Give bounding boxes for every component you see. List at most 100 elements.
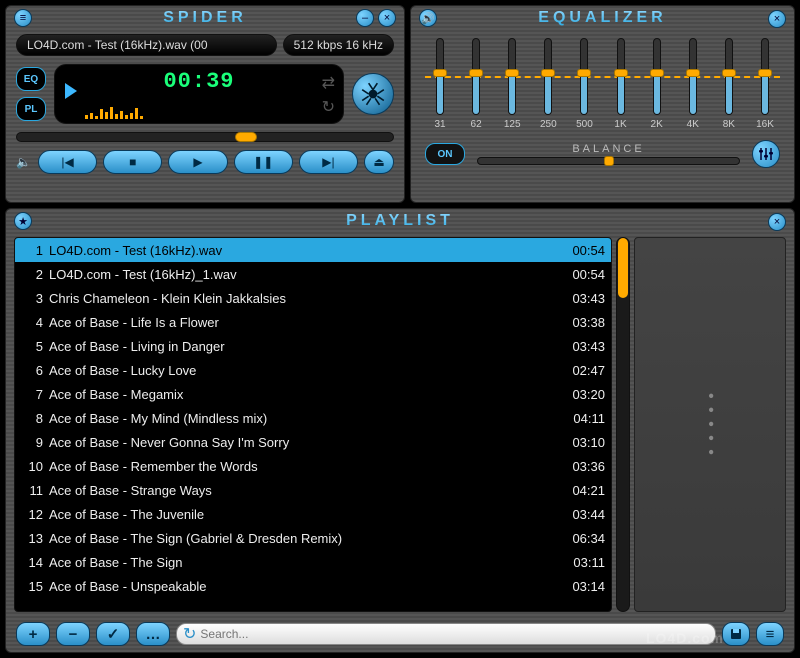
playlist-star-icon[interactable]: ★ [14,212,32,230]
play-button[interactable]: ▶ [168,150,227,174]
pl-toggle-button[interactable]: PL [16,97,46,121]
refresh-icon[interactable]: ↻ [183,624,196,644]
eq-band-31[interactable]: 31 [425,38,455,130]
playlist-row-number: 1 [21,243,43,258]
playlist-row-duration: 00:54 [557,243,605,258]
eq-band-label: 4K [687,119,699,130]
seek-bar[interactable] [16,132,394,142]
playlist-row-title: Ace of Base - Life Is a Flower [49,315,557,330]
playlist-row-title: Ace of Base - Living in Danger [49,339,557,354]
playlist-row-duration: 03:38 [557,315,605,330]
eq-title: EQUALIZER [538,9,666,27]
playlist-row-number: 3 [21,291,43,306]
playlist-row-duration: 03:20 [557,387,605,402]
eq-settings-button[interactable] [752,140,780,168]
playlist-row[interactable]: 11Ace of Base - Strange Ways04:21 [15,478,611,502]
eq-band-250[interactable]: 250 [533,38,563,130]
eq-toggle-button[interactable]: EQ [16,67,46,91]
playlist-row-number: 11 [21,483,43,498]
shuffle-icon[interactable]: ⇄ [322,73,335,93]
playlist-save-button[interactable] [722,622,750,646]
playlist-row-number: 9 [21,435,43,450]
playlist-row[interactable]: 15Ace of Base - Unspeakable03:14 [15,574,611,598]
close-button[interactable]: × [378,9,396,27]
next-button[interactable]: ▶| [299,150,358,174]
eq-band-62[interactable]: 62 [461,38,491,130]
playlist-row[interactable]: 2LO4D.com - Test (16kHz)_1.wav00:54 [15,262,611,286]
playlist-menu-button[interactable]: ≡ [756,622,784,646]
eq-band-125[interactable]: 125 [497,38,527,130]
playlist-row-duration: 03:44 [557,507,605,522]
balance-label: BALANCE [477,143,740,155]
eq-band-8K[interactable]: 8K [714,38,744,130]
select-button[interactable]: ✓ [96,622,130,646]
playlist-row-number: 8 [21,411,43,426]
eq-band-500[interactable]: 500 [569,38,599,130]
playlist-list[interactable]: 1 LO4D.com - Test (16kHz).wav00:54 2LO4D.c… [14,237,612,612]
playlist-row[interactable]: 9Ace of Base - Never Gonna Say I'm Sorry… [15,430,611,454]
menu-icon[interactable]: ≡ [14,9,32,27]
visualizer [85,103,143,119]
bitrate-display: 512 kbps 16 kHz [283,34,394,56]
eq-band-2K[interactable]: 2K [642,38,672,130]
playlist-row[interactable]: 13 Ace of Base - The Sign (Gabriel & Dres… [15,526,611,550]
playlist-row[interactable]: 10Ace of Base - Remember the Words03:36 [15,454,611,478]
playlist-row-number: 13 [21,531,43,546]
eject-button[interactable]: ⏏ [364,150,394,174]
playlist-row-title: Ace of Base - The Sign [49,555,557,570]
playlist-row[interactable]: 12Ace of Base - The Juvenile03:44 [15,502,611,526]
playlist-row-duration: 03:10 [557,435,605,450]
seek-knob[interactable] [235,132,257,142]
eq-band-label: 500 [576,119,593,130]
add-button[interactable]: + [16,622,50,646]
spider-button[interactable] [352,73,394,115]
eq-band-label: 62 [471,119,482,130]
more-button[interactable]: … [136,622,170,646]
playlist-titlebar: ★ PLAYLIST × [6,209,794,233]
eq-close-button[interactable]: × [768,10,786,28]
playlist-side-panel[interactable]: • • • • • [634,237,786,612]
search-input[interactable] [200,627,709,641]
repeat-icon[interactable]: ↻ [322,97,335,117]
playlist-row-title: Ace of Base - The Sign (Gabriel & Dresde… [49,531,557,546]
playlist-scrollbar[interactable] [616,237,630,612]
playlist-row-title: LO4D.com - Test (16kHz)_1.wav [49,267,557,282]
playlist-close-button[interactable]: × [768,213,786,231]
remove-button[interactable]: − [56,622,90,646]
playlist-row[interactable]: 8Ace of Base - My Mind (Mindless mix)04:… [15,406,611,430]
spider-icon [360,81,386,107]
stop-button[interactable]: ■ [103,150,162,174]
eq-speaker-icon[interactable]: 🔊 [419,9,437,27]
playlist-row[interactable]: 7Ace of Base - Megamix03:20 [15,382,611,406]
playlist-row[interactable]: 3 Chris Chameleon - Klein Klein Jakkalsie… [15,286,611,310]
volume-icon[interactable]: 🔈 [16,155,32,169]
playlist-row[interactable]: 5Ace of Base - Living in Danger03:43 [15,334,611,358]
balance-knob[interactable] [604,156,614,166]
playlist-row[interactable]: 14Ace of Base - The Sign03:11 [15,550,611,574]
playlist-row-title: Ace of Base - Remember the Words [49,459,557,474]
minimize-button[interactable]: – [356,9,374,27]
eq-band-16K[interactable]: 16K [750,38,780,130]
eq-on-button[interactable]: ON [425,143,465,165]
eq-sliders: 31 62 125 250 500 1K 2K 4K 8K 16K [425,38,780,130]
eq-band-label: 8K [723,119,735,130]
eq-band-4K[interactable]: 4K [678,38,708,130]
balance-slider[interactable] [477,157,740,165]
playlist-row-title: LO4D.com - Test (16kHz).wav [49,243,557,258]
playlist-scroll-thumb[interactable] [618,238,628,298]
drag-dots-icon: • • • • • [701,393,719,457]
time-display: 00:39 ⇄ ↻ [54,64,344,124]
pause-button[interactable]: ❚❚ [234,150,293,174]
playlist-row[interactable]: 4Ace of Base - Life Is a Flower03:38 [15,310,611,334]
track-name-display: LO4D.com - Test (16kHz).wav (00 [16,34,277,56]
playlist-row-number: 15 [21,579,43,594]
playlist-row[interactable]: 6Ace of Base - Lucky Love02:47 [15,358,611,382]
eq-band-label: 1K [614,119,626,130]
prev-button[interactable]: |◀ [38,150,97,174]
playlist-row-title: Chris Chameleon - Klein Klein Jakkalsies [49,291,557,306]
playlist-row-title: Ace of Base - Lucky Love [49,363,557,378]
eq-band-label: 250 [540,119,557,130]
playlist-row[interactable]: 1 LO4D.com - Test (16kHz).wav00:54 [15,238,611,262]
eq-band-1K[interactable]: 1K [606,38,636,130]
search-box[interactable]: ↻ [176,623,716,645]
